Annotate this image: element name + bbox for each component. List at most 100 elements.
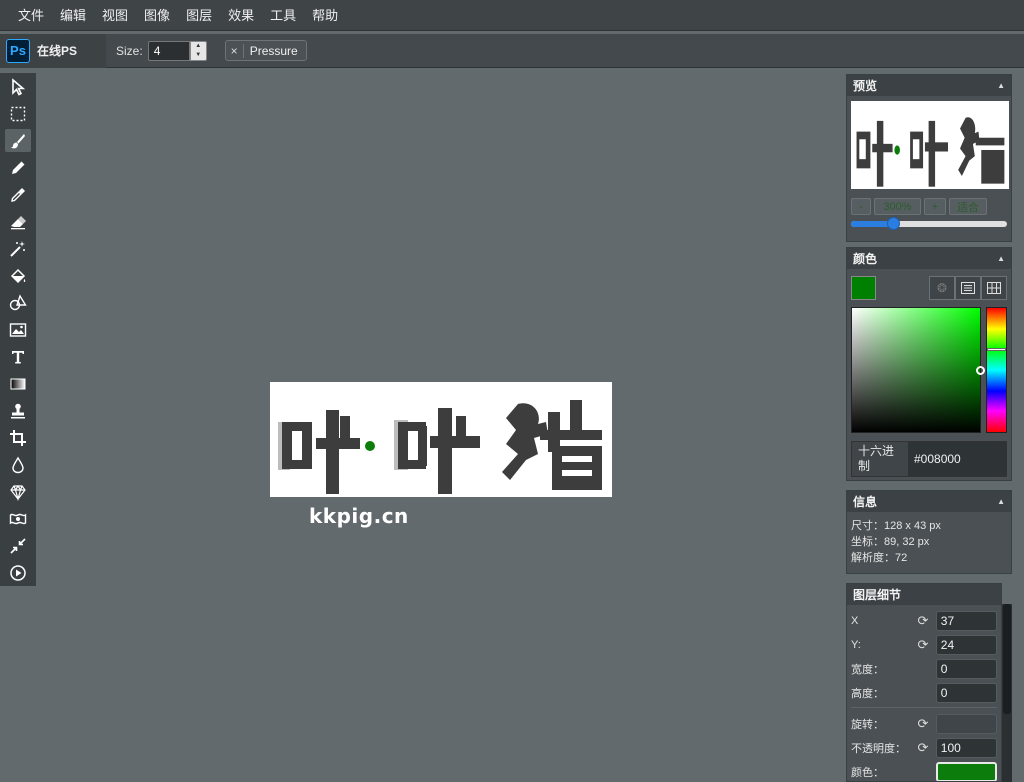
color-mode-buttons: ❂ <box>929 276 1007 300</box>
collapse-caret-icon[interactable]: ▲ <box>997 497 1005 506</box>
hex-input[interactable]: #008000 <box>908 442 1006 476</box>
layer-y-input[interactable]: 24 <box>935 635 997 655</box>
image-canvas[interactable] <box>270 382 612 497</box>
color-grid-mode-icon[interactable] <box>981 276 1007 300</box>
reset-x-icon[interactable]: ⟳ <box>912 611 934 631</box>
layer-y-label: Y: <box>851 639 861 651</box>
app-name: 在线PS <box>37 44 78 58</box>
color-picker <box>851 307 1007 433</box>
color-list-mode-icon[interactable] <box>955 276 981 300</box>
canvas-watermark: kkpig.cn <box>309 504 409 528</box>
layer-color-swatch[interactable] <box>935 762 997 781</box>
layer-x-input[interactable]: 37 <box>935 611 997 631</box>
fill-icon[interactable] <box>5 264 31 287</box>
menu-layer[interactable]: 图层 <box>178 0 220 31</box>
layer-opacity-label: 不透明度： <box>851 743 906 755</box>
size-label: Size: <box>116 43 143 58</box>
blur-drop-icon[interactable] <box>5 453 31 476</box>
zoom-fit-button[interactable]: 适合 <box>949 198 987 215</box>
zoom-level[interactable]: 300% <box>874 198 921 215</box>
stepper-down-icon[interactable]: ▼ <box>195 52 201 58</box>
pressure-label: Pressure <box>249 43 298 58</box>
layer-rotate-input[interactable] <box>935 714 997 734</box>
eyedropper-icon[interactable] <box>5 183 31 206</box>
layer-x-label: X <box>851 615 859 627</box>
color-picker-handle[interactable] <box>976 366 985 375</box>
layer-details-panel: 图层细节 X ⟳ 37 Y: ⟳ 24 宽度： 0 高度： 0 旋转： ⟳ 不透… <box>846 583 1002 782</box>
stepper-up-icon[interactable]: ▲ <box>195 43 201 49</box>
layer-width-input[interactable]: 0 <box>935 659 997 679</box>
info-resolution: 解析度：72 <box>851 552 908 564</box>
image-icon[interactable] <box>5 318 31 341</box>
pencil-icon[interactable] <box>5 156 31 179</box>
reset-y-icon[interactable]: ⟳ <box>912 635 934 655</box>
reset-opacity-icon[interactable]: ⟳ <box>912 738 934 758</box>
zoom-controls: - 300% + 适合 <box>851 198 1011 215</box>
layer-rotate-label: 旋转： <box>851 719 884 731</box>
shapes-icon[interactable] <box>5 291 31 314</box>
play-icon[interactable] <box>5 561 31 584</box>
layer-x-row: X ⟳ 37 <box>851 609 997 633</box>
menu-help[interactable]: 帮助 <box>304 0 346 31</box>
crop-icon[interactable] <box>5 426 31 449</box>
preview-thumbnail[interactable] <box>851 101 1009 189</box>
layer-details-header[interactable]: 图层细节 <box>847 584 1001 605</box>
menu-effects[interactable]: 效果 <box>220 0 262 31</box>
brush-icon[interactable] <box>5 129 31 152</box>
size-stepper[interactable]: ▲ ▼ <box>189 40 207 61</box>
zoom-slider-handle[interactable] <box>887 217 901 230</box>
bulge-icon[interactable] <box>5 507 31 530</box>
layer-height-label: 高度： <box>851 688 884 700</box>
zoom-slider[interactable] <box>851 217 1007 230</box>
close-icon[interactable]: × <box>226 43 244 58</box>
collapse-caret-icon[interactable]: ▲ <box>997 81 1005 90</box>
shrink-icon[interactable] <box>5 534 31 557</box>
text-icon[interactable] <box>5 345 31 368</box>
layer-width-label: 宽度： <box>851 664 884 676</box>
hex-row: 十六进制 #008000 <box>851 441 1007 477</box>
saturation-value-field[interactable] <box>851 307 985 433</box>
color-title: 颜色 <box>853 252 878 266</box>
sharpen-icon[interactable] <box>5 480 31 503</box>
info-panel: 信息 ▲ 尺寸：128 x 43 px 坐标：89, 32 px 解析度：72 <box>846 490 1012 574</box>
menu-image[interactable]: 图像 <box>136 0 178 31</box>
layer-height-row: 高度： 0 <box>851 681 997 705</box>
hex-label: 十六进制 <box>852 442 908 476</box>
preview-artwork <box>856 117 1005 187</box>
stamp-icon[interactable] <box>5 399 31 422</box>
size-input[interactable]: 4 <box>147 40 190 61</box>
ps-logo-icon: Ps <box>6 38 30 63</box>
menu-file[interactable]: 文件 <box>10 0 52 31</box>
app-logo[interactable]: Ps 在线PS <box>0 33 106 68</box>
select-arrow-icon[interactable] <box>5 75 31 98</box>
menu-bar: 文件 编辑 视图 图像 图层 效果 工具 帮助 <box>0 0 1024 31</box>
marquee-icon[interactable] <box>5 102 31 125</box>
magic-wand-icon[interactable] <box>5 237 31 260</box>
pressure-toggle[interactable]: × Pressure <box>224 40 307 61</box>
menu-edit[interactable]: 编辑 <box>52 0 94 31</box>
color-header[interactable]: 颜色 ▲ <box>847 248 1011 269</box>
preview-header[interactable]: 预览 ▲ <box>847 75 1011 96</box>
zoom-in-button[interactable]: + <box>924 198 946 215</box>
zoom-out-button[interactable]: - <box>851 198 871 215</box>
menu-view[interactable]: 视图 <box>94 0 136 31</box>
info-size: 尺寸：128 x 43 px <box>851 520 941 532</box>
layer-panel-scrollbar[interactable] <box>1002 604 1012 782</box>
layer-opacity-input[interactable]: 100 <box>935 738 997 758</box>
layer-width-row: 宽度： 0 <box>851 657 997 681</box>
current-color-swatch[interactable] <box>851 276 876 300</box>
info-header[interactable]: 信息 ▲ <box>847 491 1011 512</box>
gradient-icon[interactable] <box>5 372 31 395</box>
hue-slider-handle[interactable] <box>987 348 1006 351</box>
scrollbar-thumb[interactable] <box>1003 604 1011 714</box>
info-coords: 坐标：89, 32 px <box>851 536 930 548</box>
hue-slider[interactable] <box>986 307 1007 433</box>
reset-rotate-icon[interactable]: ⟳ <box>912 714 934 734</box>
collapse-caret-icon[interactable]: ▲ <box>997 254 1005 263</box>
color-wheel-mode-icon[interactable]: ❂ <box>929 276 955 300</box>
eraser-icon[interactable] <box>5 210 31 233</box>
layer-color-label: 颜色： <box>851 767 884 779</box>
menu-tools[interactable]: 工具 <box>262 0 304 31</box>
layer-height-input[interactable]: 0 <box>935 683 997 703</box>
layer-color-row: 颜色： <box>851 760 997 781</box>
